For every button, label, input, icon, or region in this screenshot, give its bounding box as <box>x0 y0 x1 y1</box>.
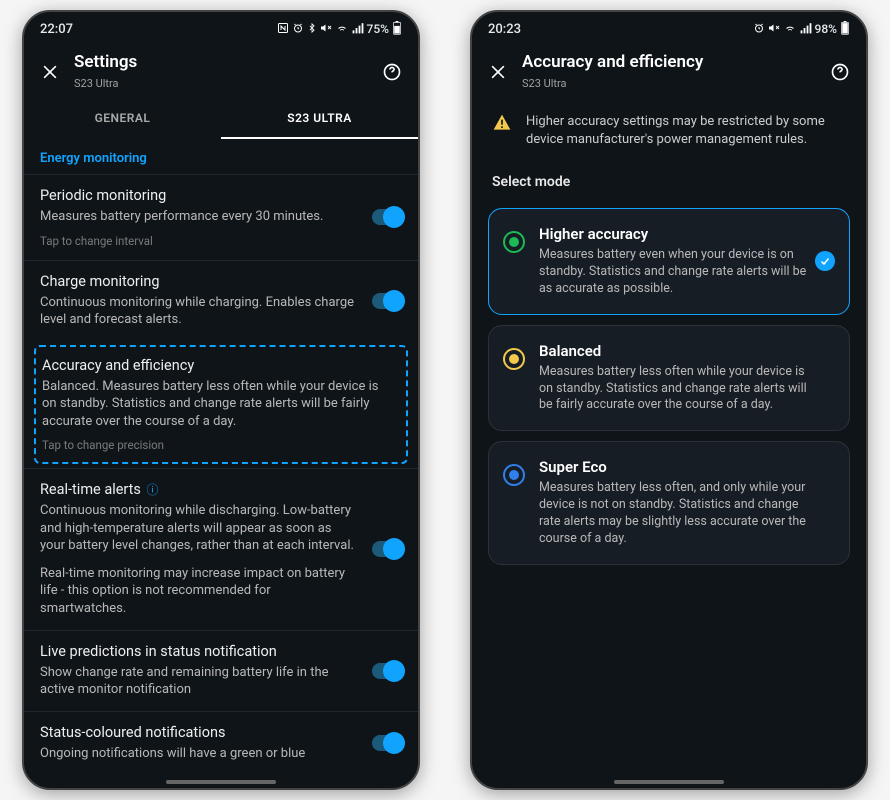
setting-desc: Continuous monitoring while charging. En… <box>40 294 402 329</box>
page-subtitle: S23 Ultra <box>522 77 567 90</box>
setting-accuracy-efficiency[interactable]: Accuracy and efficiency Balanced. Measur… <box>34 345 408 465</box>
radio-icon <box>503 231 525 253</box>
option-balanced[interactable]: Balanced Measures battery less often whi… <box>488 325 850 432</box>
signal-icon <box>800 22 812 37</box>
close-icon[interactable] <box>40 62 60 82</box>
setting-hint: Tap to change precision <box>42 438 400 452</box>
setting-title: Charge monitoring <box>40 273 402 290</box>
warning-icon <box>492 113 512 148</box>
alarm-icon <box>292 22 304 37</box>
tab-general[interactable]: GENERAL <box>24 99 221 139</box>
close-icon[interactable] <box>488 62 508 82</box>
status-right: 75% <box>276 21 402 38</box>
info-icon[interactable]: ⓘ <box>147 483 159 497</box>
setting-title: Accuracy and efficiency <box>42 357 400 374</box>
setting-realtime-alerts[interactable]: Real-time alerts ⓘ Continuous monitoring… <box>24 468 418 629</box>
warning-text: Higher accuracy settings may be restrict… <box>526 113 846 148</box>
section-select-mode: Select mode <box>472 156 866 198</box>
option-title: Higher accuracy <box>539 225 835 243</box>
page-subtitle: S23 Ultra <box>74 77 119 90</box>
option-super-eco[interactable]: Super Eco Measures battery less often, a… <box>488 441 850 565</box>
setting-charge-monitoring[interactable]: Charge monitoring Continuous monitoring … <box>24 260 418 341</box>
battery-icon <box>392 21 402 38</box>
toggle-status-coloured[interactable] <box>372 735 402 751</box>
setting-live-predictions[interactable]: Live predictions in status notification … <box>24 630 418 711</box>
option-desc: Measures battery even when your device i… <box>539 247 835 298</box>
page-title: Accuracy and efficiency <box>522 52 816 72</box>
radio-icon <box>503 464 525 486</box>
battery-percent: 75% <box>367 22 389 36</box>
wifi-icon <box>335 22 349 37</box>
toggle-charge[interactable] <box>372 293 402 309</box>
option-title: Balanced <box>539 342 835 360</box>
option-desc: Measures battery less often, and only wh… <box>539 480 835 548</box>
status-bar: 20:23 98% <box>472 12 866 42</box>
setting-hint: Tap to change interval <box>40 234 402 248</box>
status-right: 98% <box>752 21 850 38</box>
accuracy-screen: 20:23 98% Accuracy and efficiency S23 Ul… <box>470 10 868 790</box>
status-time: 22:07 <box>40 22 73 37</box>
setting-desc: Ongoing notifications will have a green … <box>40 745 402 763</box>
radio-icon <box>503 348 525 370</box>
setting-status-coloured[interactable]: Status-coloured notifications Ongoing no… <box>24 711 418 775</box>
setting-desc2: Real-time monitoring may increase impact… <box>40 565 402 618</box>
setting-title: Live predictions in status notification <box>40 643 402 660</box>
option-higher-accuracy[interactable]: Higher accuracy Measures battery even wh… <box>488 208 850 315</box>
toggle-live-predictions[interactable] <box>372 663 402 679</box>
page-title: Settings <box>74 52 368 72</box>
help-icon[interactable] <box>830 62 850 82</box>
battery-icon <box>840 21 850 38</box>
settings-list[interactable]: Energy monitoring Periodic monitoring Me… <box>24 139 418 788</box>
status-time: 20:23 <box>488 22 521 37</box>
setting-desc: Balanced. Measures battery less often wh… <box>42 378 400 431</box>
setting-desc: Show change rate and remaining battery l… <box>40 664 402 699</box>
signal-icon <box>352 22 364 37</box>
option-title: Super Eco <box>539 458 835 476</box>
check-icon <box>815 251 835 271</box>
setting-periodic-monitoring[interactable]: Periodic monitoring Measures battery per… <box>24 174 418 260</box>
battery-percent: 98% <box>815 22 837 36</box>
app-header: Accuracy and efficiency S23 Ultra <box>472 42 866 99</box>
setting-desc: Continuous monitoring while discharging.… <box>40 502 402 555</box>
setting-desc: Measures battery performance every 30 mi… <box>40 208 402 226</box>
section-energy-monitoring: Energy monitoring <box>24 139 418 174</box>
bluetooth-icon <box>307 22 317 37</box>
nfc-icon <box>277 22 289 37</box>
warning-banner: Higher accuracy settings may be restrict… <box>472 99 866 156</box>
option-desc: Measures battery less often while your d… <box>539 364 835 415</box>
toggle-realtime[interactable] <box>372 541 402 557</box>
mute-icon <box>320 22 332 37</box>
tabs: GENERAL S23 ULTRA <box>24 99 418 139</box>
setting-title: Status-coloured notifications <box>40 724 402 741</box>
setting-title: Periodic monitoring <box>40 187 402 204</box>
accuracy-content[interactable]: Higher accuracy settings may be restrict… <box>472 99 866 788</box>
wifi-icon <box>783 22 797 37</box>
mute-icon <box>768 22 780 37</box>
help-icon[interactable] <box>382 62 402 82</box>
app-header: Settings S23 Ultra <box>24 42 418 99</box>
setting-title: Real-time alerts ⓘ <box>40 481 402 498</box>
toggle-periodic[interactable] <box>372 209 402 225</box>
status-bar: 22:07 75% <box>24 12 418 42</box>
settings-screen: 22:07 75% Settings S23 Ultra GENERAL S23… <box>22 10 420 790</box>
tab-device[interactable]: S23 ULTRA <box>221 99 418 139</box>
alarm-icon <box>753 22 765 37</box>
